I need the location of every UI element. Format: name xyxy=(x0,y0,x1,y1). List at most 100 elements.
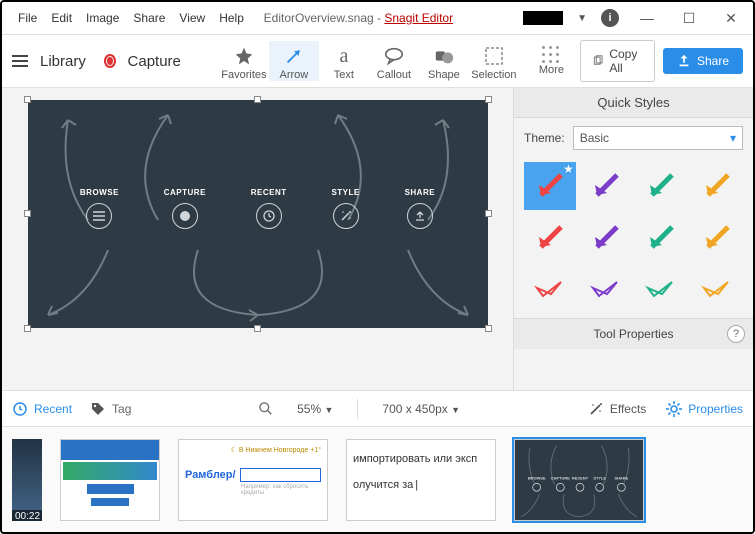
theme-label: Theme: xyxy=(524,131,565,145)
svg-text:CAPTURE: CAPTURE xyxy=(551,475,570,480)
capture-button[interactable]: Capture xyxy=(128,53,181,70)
tool-shape[interactable]: Shape xyxy=(419,41,469,81)
thumb-duration: 00:22 xyxy=(12,510,42,521)
capture-tray[interactable]: 00:22 ☾ В Нижнем Новгороде +1° Рамблер/ … xyxy=(2,426,753,532)
content-area: BROWSE CAPTURE RECENT STYLE SHARE xyxy=(2,88,753,390)
style-swatch[interactable] xyxy=(524,214,576,262)
menu-edit[interactable]: Edit xyxy=(51,11,72,25)
record-icon xyxy=(104,54,116,68)
style-swatch[interactable] xyxy=(580,162,632,210)
close-button[interactable]: ✕ xyxy=(717,4,745,32)
effects-button[interactable]: Effects xyxy=(588,401,646,417)
recent-tab[interactable]: Recent xyxy=(12,401,72,417)
share-button[interactable]: Share xyxy=(663,48,743,74)
menu-file[interactable]: File xyxy=(18,11,37,25)
tag-icon xyxy=(90,401,106,417)
zoom-dropdown[interactable]: 55% ▼ xyxy=(297,402,333,416)
menu-view[interactable]: View xyxy=(179,11,205,25)
menu-help[interactable]: Help xyxy=(219,11,244,25)
shape-icon xyxy=(433,45,455,67)
quick-styles-header: Quick Styles xyxy=(514,88,753,118)
canvas-area[interactable]: BROWSE CAPTURE RECENT STYLE SHARE xyxy=(2,88,513,390)
titlebar: File Edit Image Share View Help EditorOv… xyxy=(2,2,753,34)
tool-group: Favorites Arrow a Text Callout xyxy=(219,41,519,81)
list-icon xyxy=(86,203,112,229)
style-swatch[interactable]: ★ xyxy=(524,162,576,210)
theme-select[interactable]: Basic ▾ xyxy=(573,126,743,150)
minimize-button[interactable]: — xyxy=(633,4,661,32)
selection-icon xyxy=(484,45,504,67)
favorite-star-icon: ★ xyxy=(563,162,574,176)
tray-thumb[interactable]: ☾ В Нижнем Новгороде +1° Рамблер/ Наприм… xyxy=(178,439,328,521)
copy-icon xyxy=(593,54,603,68)
resize-handle[interactable] xyxy=(485,210,492,217)
divider xyxy=(357,399,358,419)
canvas-image[interactable]: BROWSE CAPTURE RECENT STYLE SHARE xyxy=(28,100,488,328)
canvas-icon-row: BROWSE CAPTURE RECENT STYLE SHARE xyxy=(28,188,488,229)
arrow-icon xyxy=(283,45,305,67)
thumb-text: Рамблер/ xyxy=(185,469,236,481)
canvas-selection[interactable]: BROWSE CAPTURE RECENT STYLE SHARE xyxy=(28,100,488,328)
copy-all-button[interactable]: Copy All xyxy=(580,40,655,82)
wand-icon xyxy=(588,401,604,417)
maximize-button[interactable]: ☐ xyxy=(675,4,703,32)
gear-icon xyxy=(666,401,682,417)
resize-handle[interactable] xyxy=(254,325,261,332)
dimensions-dropdown[interactable]: 700 x 450px ▼ xyxy=(382,402,460,416)
canvas-item-share: SHARE xyxy=(405,188,436,229)
style-swatch[interactable] xyxy=(691,162,743,210)
upload-icon xyxy=(407,203,433,229)
tool-arrow[interactable]: Arrow xyxy=(269,41,319,81)
style-swatch[interactable] xyxy=(580,214,632,262)
style-swatch[interactable] xyxy=(580,266,632,314)
search-icon[interactable] xyxy=(259,402,273,416)
tool-selection[interactable]: Selection xyxy=(469,41,519,81)
titlebar-right: ▼ i — ☐ ✕ xyxy=(523,4,745,32)
tray-thumb[interactable] xyxy=(60,439,160,521)
tool-properties-header[interactable]: Tool Properties ? xyxy=(514,318,753,349)
style-swatch[interactable] xyxy=(524,266,576,314)
style-swatch[interactable] xyxy=(636,266,688,314)
style-swatch[interactable] xyxy=(636,214,688,262)
clock-icon xyxy=(256,203,282,229)
resize-handle[interactable] xyxy=(485,325,492,332)
menu-share[interactable]: Share xyxy=(133,11,165,25)
resize-handle[interactable] xyxy=(254,96,261,103)
text-icon: a xyxy=(339,45,348,67)
hamburger-icon[interactable] xyxy=(12,55,28,67)
info-icon[interactable]: i xyxy=(601,9,619,27)
resize-handle[interactable] xyxy=(485,96,492,103)
menu-image[interactable]: Image xyxy=(86,11,119,25)
theme-row: Theme: Basic ▾ xyxy=(514,118,753,158)
tray-thumb[interactable]: 00:22 xyxy=(12,439,42,521)
app-window: File Edit Image Share View Help EditorOv… xyxy=(0,0,755,534)
resize-handle[interactable] xyxy=(24,96,31,103)
dropdown-caret-icon[interactable]: ▼ xyxy=(577,13,587,24)
svg-text:RECENT: RECENT xyxy=(572,475,589,480)
main-menu: File Edit Image Share View Help xyxy=(10,11,244,25)
style-swatch[interactable] xyxy=(691,266,743,314)
dot-icon xyxy=(172,203,198,229)
tray-thumb-selected[interactable]: BROWSECAPTURERECENTSTYLESHARE snag xyxy=(514,439,644,521)
more-tools-button[interactable]: More xyxy=(539,46,564,76)
thumb-text: импортировать или эксп xyxy=(353,446,489,472)
tool-callout[interactable]: Callout xyxy=(369,41,419,81)
library-button[interactable]: Library xyxy=(40,53,86,70)
redacted-box xyxy=(523,11,563,25)
tray-thumb[interactable]: импортировать или эксп олучится за| xyxy=(346,439,496,521)
tool-favorites[interactable]: Favorites xyxy=(219,41,269,81)
callout-icon xyxy=(383,45,405,67)
style-swatch[interactable] xyxy=(636,162,688,210)
tag-tab[interactable]: Tag xyxy=(90,401,131,417)
title-appname: Snagit Editor xyxy=(384,11,453,25)
canvas-item-style: STYLE xyxy=(331,188,359,229)
dots-icon xyxy=(542,46,560,64)
help-button[interactable]: ? xyxy=(727,325,745,343)
svg-text:BROWSE: BROWSE xyxy=(528,475,546,480)
resize-handle[interactable] xyxy=(24,325,31,332)
thumb-text: олучится за xyxy=(353,472,413,498)
resize-handle[interactable] xyxy=(24,210,31,217)
properties-button[interactable]: Properties xyxy=(666,401,743,417)
style-swatch[interactable] xyxy=(691,214,743,262)
tool-text[interactable]: a Text xyxy=(319,41,369,81)
